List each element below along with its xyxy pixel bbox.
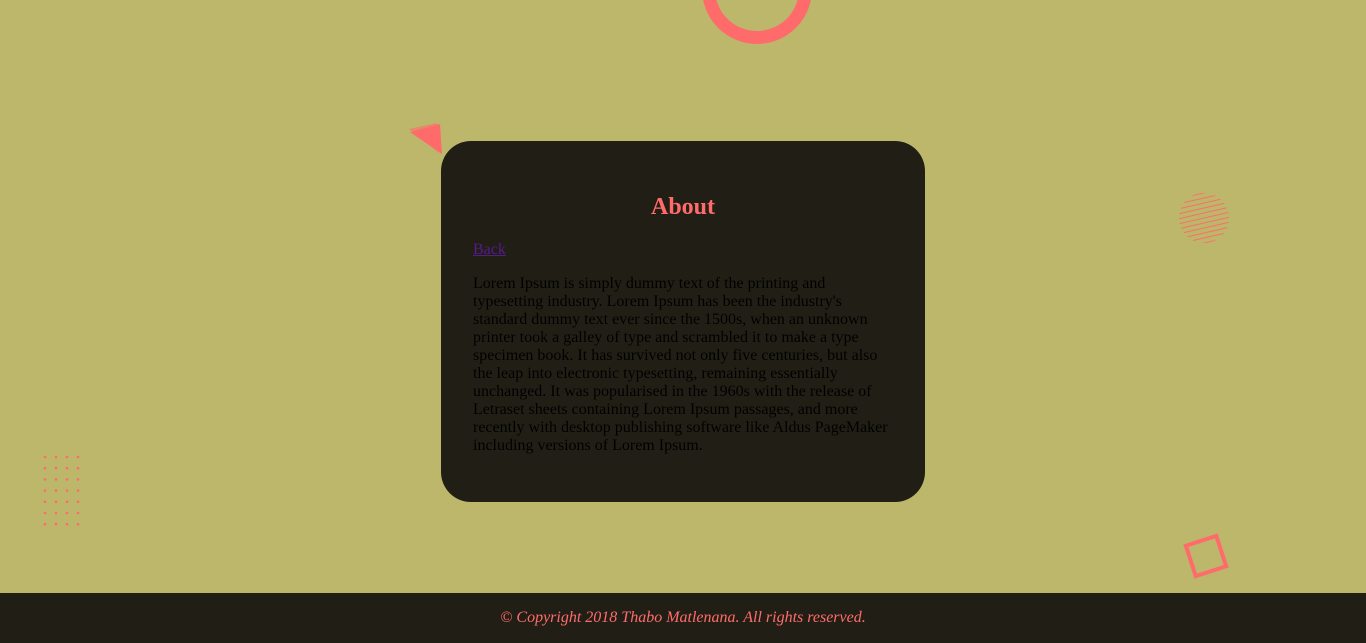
back-link[interactable]: Back xyxy=(473,241,506,259)
dot-grid-icon xyxy=(43,455,80,526)
footer-copyright: © Copyright 2018 Thabo Matlenana. All ri… xyxy=(500,609,866,626)
about-text: Lorem Ipsum is simply dummy text of the … xyxy=(473,275,888,454)
ring-icon xyxy=(702,0,812,44)
square-outline-icon xyxy=(1183,533,1229,579)
about-card: About Back Lorem Ipsum is simply dummy t… xyxy=(441,141,925,502)
page-title: About xyxy=(650,194,716,220)
hatched-circle-icon xyxy=(1179,193,1229,243)
footer: © Copyright 2018 Thabo Matlenana. All ri… xyxy=(0,593,1366,643)
triangle-icon xyxy=(409,123,442,154)
